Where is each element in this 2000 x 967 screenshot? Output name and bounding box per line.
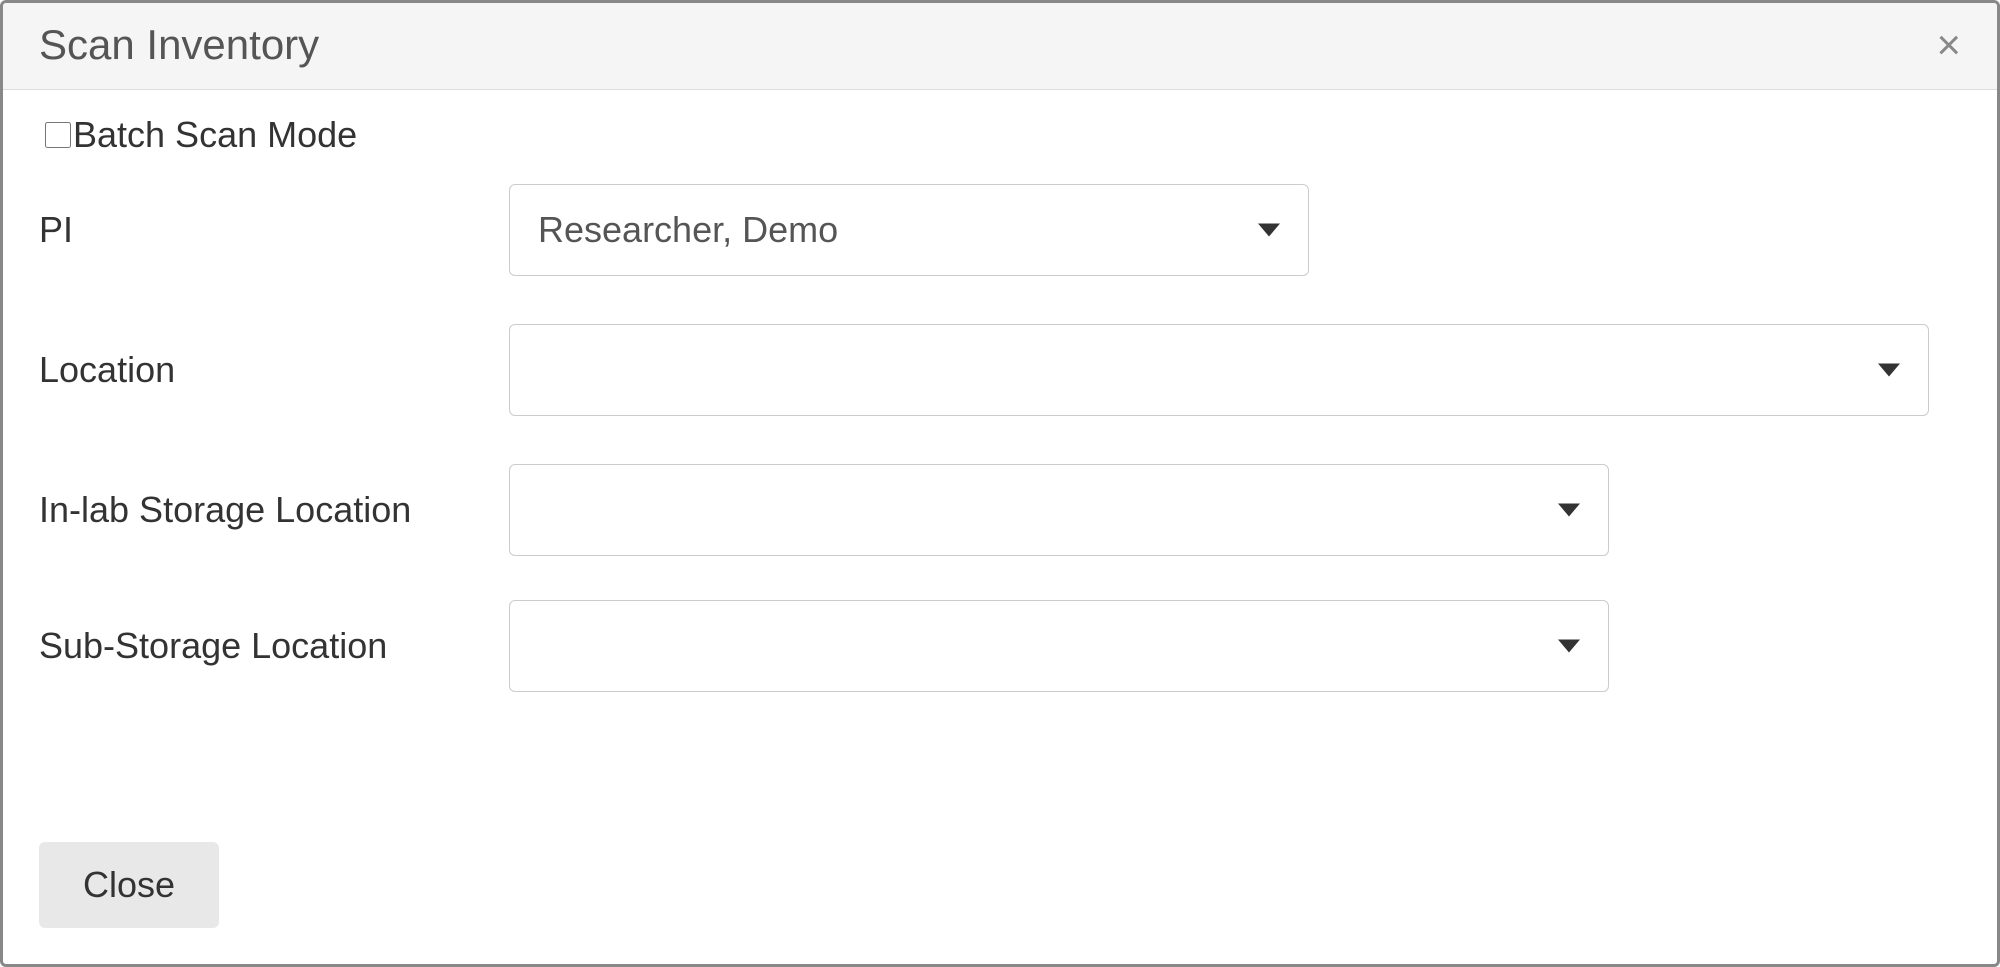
location-row: Location xyxy=(39,324,1961,416)
substorage-label: Sub-Storage Location xyxy=(39,624,509,667)
chevron-down-icon xyxy=(1558,640,1580,653)
location-label: Location xyxy=(39,348,509,391)
dialog-header: Scan Inventory × xyxy=(3,3,1997,90)
chevron-down-icon xyxy=(1258,224,1280,237)
close-button[interactable]: Close xyxy=(39,842,219,928)
location-select[interactable] xyxy=(509,324,1929,416)
pi-select[interactable]: Researcher, Demo xyxy=(509,184,1309,276)
batch-scan-checkbox[interactable] xyxy=(45,122,71,148)
storage-row: In-lab Storage Location xyxy=(39,464,1961,556)
storage-select[interactable] xyxy=(509,464,1609,556)
dialog-title: Scan Inventory xyxy=(39,21,319,69)
substorage-row: Sub-Storage Location xyxy=(39,600,1961,692)
batch-scan-label: Batch Scan Mode xyxy=(73,114,357,156)
batch-scan-row: Batch Scan Mode xyxy=(45,114,1961,156)
close-icon[interactable]: × xyxy=(1930,24,1967,66)
pi-select-value: Researcher, Demo xyxy=(538,209,838,251)
dialog-body: Batch Scan Mode PI Researcher, Demo Loca… xyxy=(3,90,1997,842)
pi-label: PI xyxy=(39,208,509,251)
dialog-footer: Close xyxy=(3,842,1997,964)
storage-label: In-lab Storage Location xyxy=(39,488,509,531)
chevron-down-icon xyxy=(1558,504,1580,517)
chevron-down-icon xyxy=(1878,364,1900,377)
pi-row: PI Researcher, Demo xyxy=(39,184,1961,276)
scan-inventory-dialog: Scan Inventory × Batch Scan Mode PI Rese… xyxy=(0,0,2000,967)
substorage-select[interactable] xyxy=(509,600,1609,692)
